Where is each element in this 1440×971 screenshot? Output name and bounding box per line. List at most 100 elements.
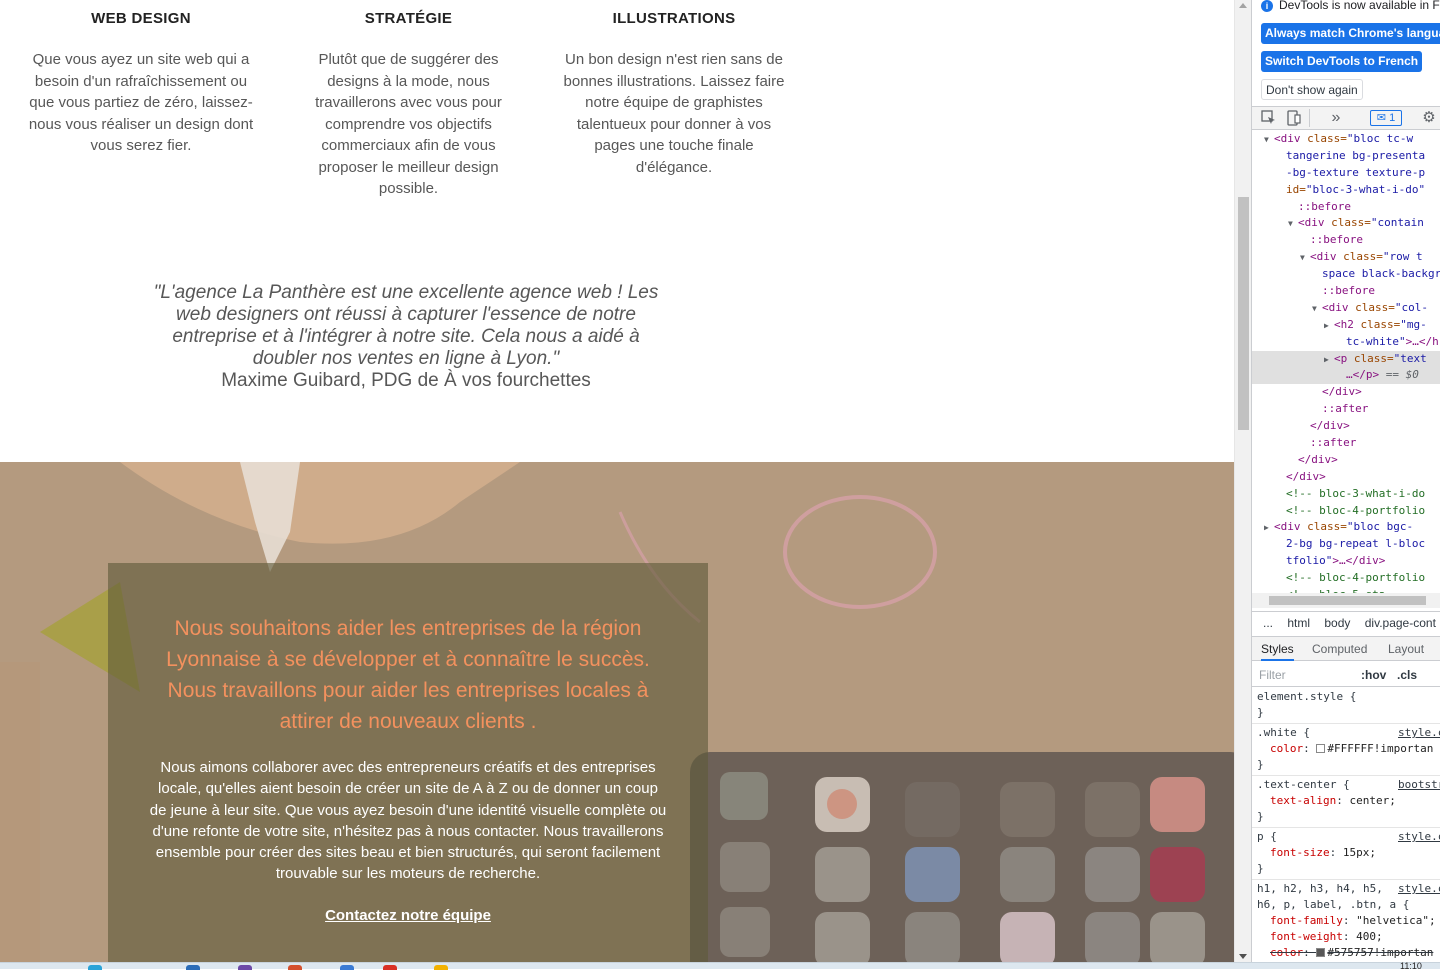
taskbar-app-icon[interactable]	[238, 965, 252, 970]
dom-node-line[interactable]: ▼ <div class="row t	[1252, 249, 1440, 266]
css-declaration[interactable]: font-weight: 400;	[1257, 929, 1440, 945]
styles-pane[interactable]: element.style {} .white {style.c color: #F…	[1252, 688, 1440, 962]
dom-node-line[interactable]: ▼ <div class="bloc tc-w	[1252, 131, 1440, 148]
dom-node-line[interactable]: <!-- bloc-4-portfolio	[1252, 503, 1440, 520]
css-rule[interactable]: element.style {}	[1252, 688, 1440, 724]
taskbar-app-icon[interactable]	[186, 965, 200, 970]
dom-node-line[interactable]: ::before	[1252, 199, 1440, 216]
css-source-link[interactable]: style.c	[1398, 829, 1440, 845]
dom-token-val: 2-bg bg-repeat l-bloc	[1286, 537, 1426, 551]
css-rule[interactable]: .text-center {bootstrap.cstext-align: ce…	[1252, 776, 1440, 828]
dom-node-line[interactable]: ::before	[1252, 232, 1440, 249]
dom-token-tag: </div>	[1298, 452, 1338, 466]
breadcrumb-more[interactable]: ...	[1263, 616, 1273, 630]
dom-node-line[interactable]: ▼ <div class="contain	[1252, 215, 1440, 232]
dom-scroll-thumb[interactable]	[1269, 596, 1426, 605]
breadcrumb-div[interactable]: div.page-cont	[1365, 616, 1436, 630]
tab-styles[interactable]: Styles	[1261, 637, 1294, 661]
dom-token-attr: class=	[1331, 216, 1371, 230]
breadcrumb-html[interactable]: html	[1287, 616, 1310, 630]
css-declaration[interactable]: font-size: 15px;	[1257, 845, 1440, 861]
taskbar-app-icon[interactable]	[434, 965, 448, 970]
css-property-value: 15px;	[1342, 846, 1376, 859]
css-rule[interactable]: h1, h2, h3, h4, h5, h6, p, label, .btn, a…	[1252, 880, 1440, 962]
dom-node-line[interactable]: ▶ <div class="bloc bgc-	[1252, 519, 1440, 536]
dom-node-line[interactable]: </div>	[1252, 452, 1440, 469]
elements-dom-tree[interactable]: ▼ <div class="bloc tc-w tangerine bg-prese…	[1252, 131, 1440, 593]
tab-computed[interactable]: Computed	[1312, 637, 1367, 661]
css-property-value: "helvetica";	[1356, 914, 1436, 927]
color-swatch-icon[interactable]	[1316, 744, 1326, 753]
dom-token-val: "bloc-3-what-i-do"	[1305, 182, 1426, 196]
dom-token-tag: </div>	[1286, 469, 1326, 483]
css-property-value: center;	[1349, 794, 1396, 807]
page-scrollbar[interactable]	[1234, 0, 1251, 962]
dom-node-line[interactable]: ▶ <p class="text	[1252, 350, 1440, 369]
dom-node-line[interactable]: ▶ <h2 class="mg-	[1252, 317, 1440, 334]
taskbar-app-icon[interactable]	[288, 965, 302, 970]
dom-horizontal-scrollbar[interactable]	[1252, 593, 1440, 608]
breadcrumb: ... html body div.page-cont	[1252, 611, 1440, 633]
taskbar-app-icon[interactable]	[340, 965, 354, 970]
dom-node-line[interactable]: ::before	[1252, 283, 1440, 300]
device-toolbar-icon[interactable]	[1285, 110, 1303, 126]
css-source-link[interactable]: style.c	[1398, 881, 1440, 897]
taskbar-app-icon[interactable]	[88, 965, 102, 970]
dom-token-tag: …</p>	[1346, 368, 1380, 382]
dom-node-line[interactable]: 2-bg bg-repeat l-bloc	[1252, 536, 1440, 553]
collapsed-arrow-icon[interactable]: ▶	[1264, 520, 1274, 537]
settings-gear-icon[interactable]: ⚙	[1420, 110, 1438, 126]
taskbar-chrome-icon[interactable]	[383, 965, 397, 970]
color-swatch-icon[interactable]	[1316, 948, 1326, 957]
dom-node-line[interactable]: </div>	[1252, 384, 1440, 401]
dom-node-line[interactable]: ▼ <div class="col-	[1252, 300, 1440, 317]
issues-badge[interactable]: ✉ 1	[1370, 110, 1402, 126]
dom-node-line[interactable]: </div>	[1252, 418, 1440, 435]
dom-node-line[interactable]: …</p> == $0	[1252, 367, 1440, 385]
css-declaration[interactable]: color: #FFFFFF!importan	[1257, 741, 1440, 757]
expanded-arrow-icon[interactable]: ▼	[1300, 250, 1310, 267]
expanded-arrow-icon[interactable]: ▼	[1264, 132, 1274, 149]
dont-show-again-button[interactable]: Don't show again	[1261, 79, 1363, 100]
css-declaration[interactable]: font-family: "helvetica";	[1257, 913, 1440, 929]
css-rule[interactable]: p {style.c font-size: 15px;}	[1252, 828, 1440, 880]
dom-node-line[interactable]: space black-backgr	[1252, 266, 1440, 283]
always-match-language-button[interactable]: Always match Chrome's languag	[1261, 23, 1440, 44]
dom-node-line[interactable]: </div>	[1252, 469, 1440, 486]
dom-node-line[interactable]: id="bloc-3-what-i-do"	[1252, 182, 1440, 199]
dom-node-line[interactable]: tfolio">…</div>	[1252, 553, 1440, 570]
dom-token-val: space black-backgr	[1322, 267, 1440, 281]
css-source-link[interactable]: bootstrap.cs	[1398, 777, 1440, 793]
dom-node-line[interactable]: <!-- bloc-3-what-i-do	[1252, 486, 1440, 503]
switch-to-french-button[interactable]: Switch DevTools to French	[1261, 51, 1423, 72]
scroll-down-icon[interactable]	[1239, 954, 1247, 959]
dom-token-tag: >…</div>	[1332, 554, 1386, 568]
css-property-name: text-align	[1270, 794, 1337, 807]
css-rule[interactable]: .white {style.c color: #FFFFFF!importan}	[1252, 724, 1440, 776]
css-source-link[interactable]: style.c	[1398, 725, 1440, 741]
hov-toggle[interactable]: :hov	[1361, 663, 1386, 687]
collapsed-arrow-icon[interactable]: ▶	[1324, 352, 1334, 369]
css-declaration[interactable]: color: #575757!importan	[1257, 945, 1440, 961]
more-tabs-icon[interactable]: »	[1327, 110, 1345, 126]
contact-team-link[interactable]: Contactez notre équipe	[325, 907, 491, 924]
dom-node-line[interactable]: ::after	[1252, 401, 1440, 418]
cls-toggle[interactable]: .cls	[1397, 663, 1417, 687]
expanded-arrow-icon[interactable]: ▼	[1312, 301, 1322, 318]
breadcrumb-body[interactable]: body	[1324, 616, 1350, 630]
hero-heading: Nous souhaitons aider les entreprises de…	[166, 617, 650, 733]
dom-node-line[interactable]: tangerine bg-presenta	[1252, 148, 1440, 165]
inspect-element-icon[interactable]	[1260, 110, 1278, 126]
scroll-up-icon[interactable]	[1239, 3, 1247, 8]
dom-node-line[interactable]: -bg-texture texture-p	[1252, 165, 1440, 182]
tab-layout[interactable]: Layout	[1388, 637, 1424, 661]
collapsed-arrow-icon[interactable]: ▶	[1324, 318, 1334, 335]
scrollbar-thumb[interactable]	[1238, 197, 1249, 430]
dom-node-line[interactable]: tc-white">…</h	[1252, 334, 1440, 351]
dom-node-line[interactable]: <!-- bloc-4-portfolio	[1252, 570, 1440, 587]
dom-node-line[interactable]: ::after	[1252, 435, 1440, 452]
expanded-arrow-icon[interactable]: ▼	[1288, 216, 1298, 233]
filter-input[interactable]: Filter	[1259, 663, 1286, 687]
css-declaration[interactable]: text-align: center;	[1257, 793, 1440, 809]
dom-token-val: "bloc bgc-	[1346, 520, 1414, 534]
